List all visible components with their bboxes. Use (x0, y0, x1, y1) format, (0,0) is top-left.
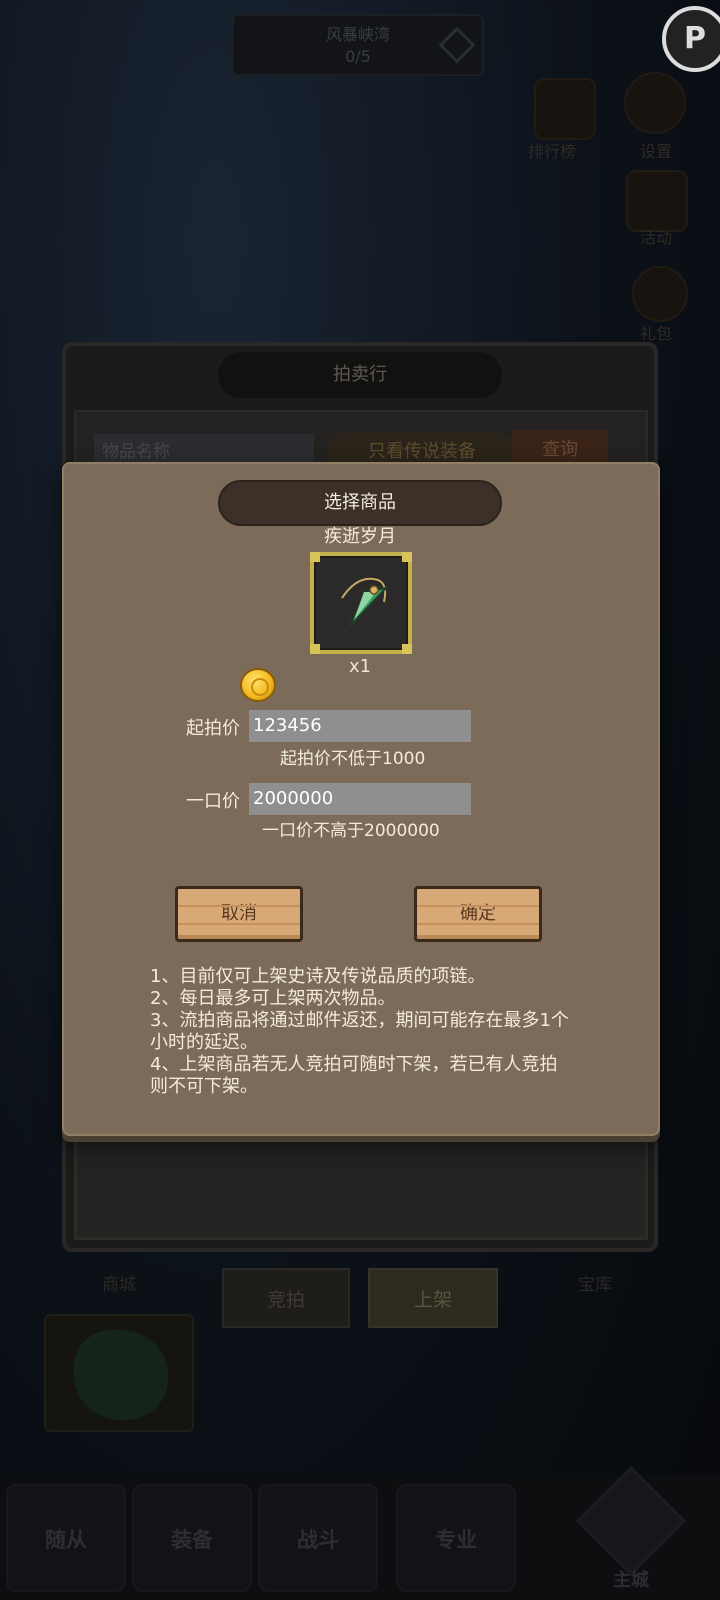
nav-followers[interactable]: 随从 (6, 1484, 126, 1592)
stage-banner[interactable]: 风暴峡湾 0/5 (232, 14, 484, 76)
start-price-label: 起拍价 (186, 718, 240, 739)
start-price-hint: 起拍价不低于1000 (280, 749, 426, 769)
leaderboard-label: 排行榜 (528, 142, 577, 161)
castle-icon (575, 1465, 687, 1577)
nav-main-city[interactable]: 主城 (572, 1465, 690, 1600)
pet-card[interactable] (44, 1314, 194, 1432)
auction-title: 拍卖行 (218, 352, 502, 398)
leaderboard-icon[interactable] (534, 78, 596, 140)
tab-bid[interactable]: 竞拍 (222, 1268, 350, 1328)
event-label: 活动 (640, 228, 673, 247)
cancel-button[interactable]: 取消 (175, 886, 303, 942)
rule-item: 2、每日最多可上架两次物品。 (150, 988, 396, 1009)
item-quantity: x1 (348, 656, 372, 677)
rule-item: 1、目前仅可上架史诗及传说品质的项链。 (150, 966, 486, 987)
nav-main-city-label: 主城 (613, 1570, 649, 1591)
settings-label: 设置 (640, 142, 673, 161)
auction-list-frame (74, 1130, 648, 1240)
start-price-input[interactable] (249, 710, 471, 742)
gift-pack-icon[interactable] (632, 266, 688, 322)
treasury-tab[interactable]: 宝库 (520, 1270, 670, 1302)
confirm-button[interactable]: 确定 (414, 886, 542, 942)
app-badge-icon[interactable]: P (662, 6, 720, 72)
gold-coin-icon (240, 668, 276, 702)
shop-tab[interactable]: 商城 (44, 1270, 194, 1302)
tab-list-item[interactable]: 上架 (368, 1268, 498, 1328)
item-name: 疾逝岁月 (324, 526, 396, 547)
item-slot[interactable] (310, 552, 412, 654)
buyout-price-input[interactable] (249, 783, 471, 815)
dialog-title: 选择商品 (218, 480, 502, 526)
bottom-nav: 随从 装备 战斗 专业 主城 (0, 1465, 720, 1600)
buyout-hint: 一口价不高于2000000 (262, 821, 440, 841)
rule-item: 4、上架商品若无人竞拍可随时下架，若已有人竞拍则不可下架。 (150, 1054, 558, 1097)
settings-gear-icon[interactable] (624, 72, 686, 134)
buyout-label: 一口价 (186, 791, 240, 812)
nav-battle[interactable]: 战斗 (258, 1484, 378, 1592)
rule-item: 3、流拍商品将通过邮件返还，期间可能存在最多1个小时的延迟。 (150, 1010, 569, 1053)
dragon-pet-icon (74, 1330, 168, 1420)
nav-profession[interactable]: 专业 (396, 1484, 516, 1592)
event-scroll-icon[interactable] (626, 170, 688, 232)
listing-rules: 1、目前仅可上架史诗及传说品质的项链。 2、每日最多可上架两次物品。 3、流拍商… (150, 966, 570, 1098)
nav-equipment[interactable]: 装备 (132, 1484, 252, 1592)
pendant-necklace-icon (341, 577, 389, 627)
gift-pack-label: 礼包 (640, 324, 673, 343)
